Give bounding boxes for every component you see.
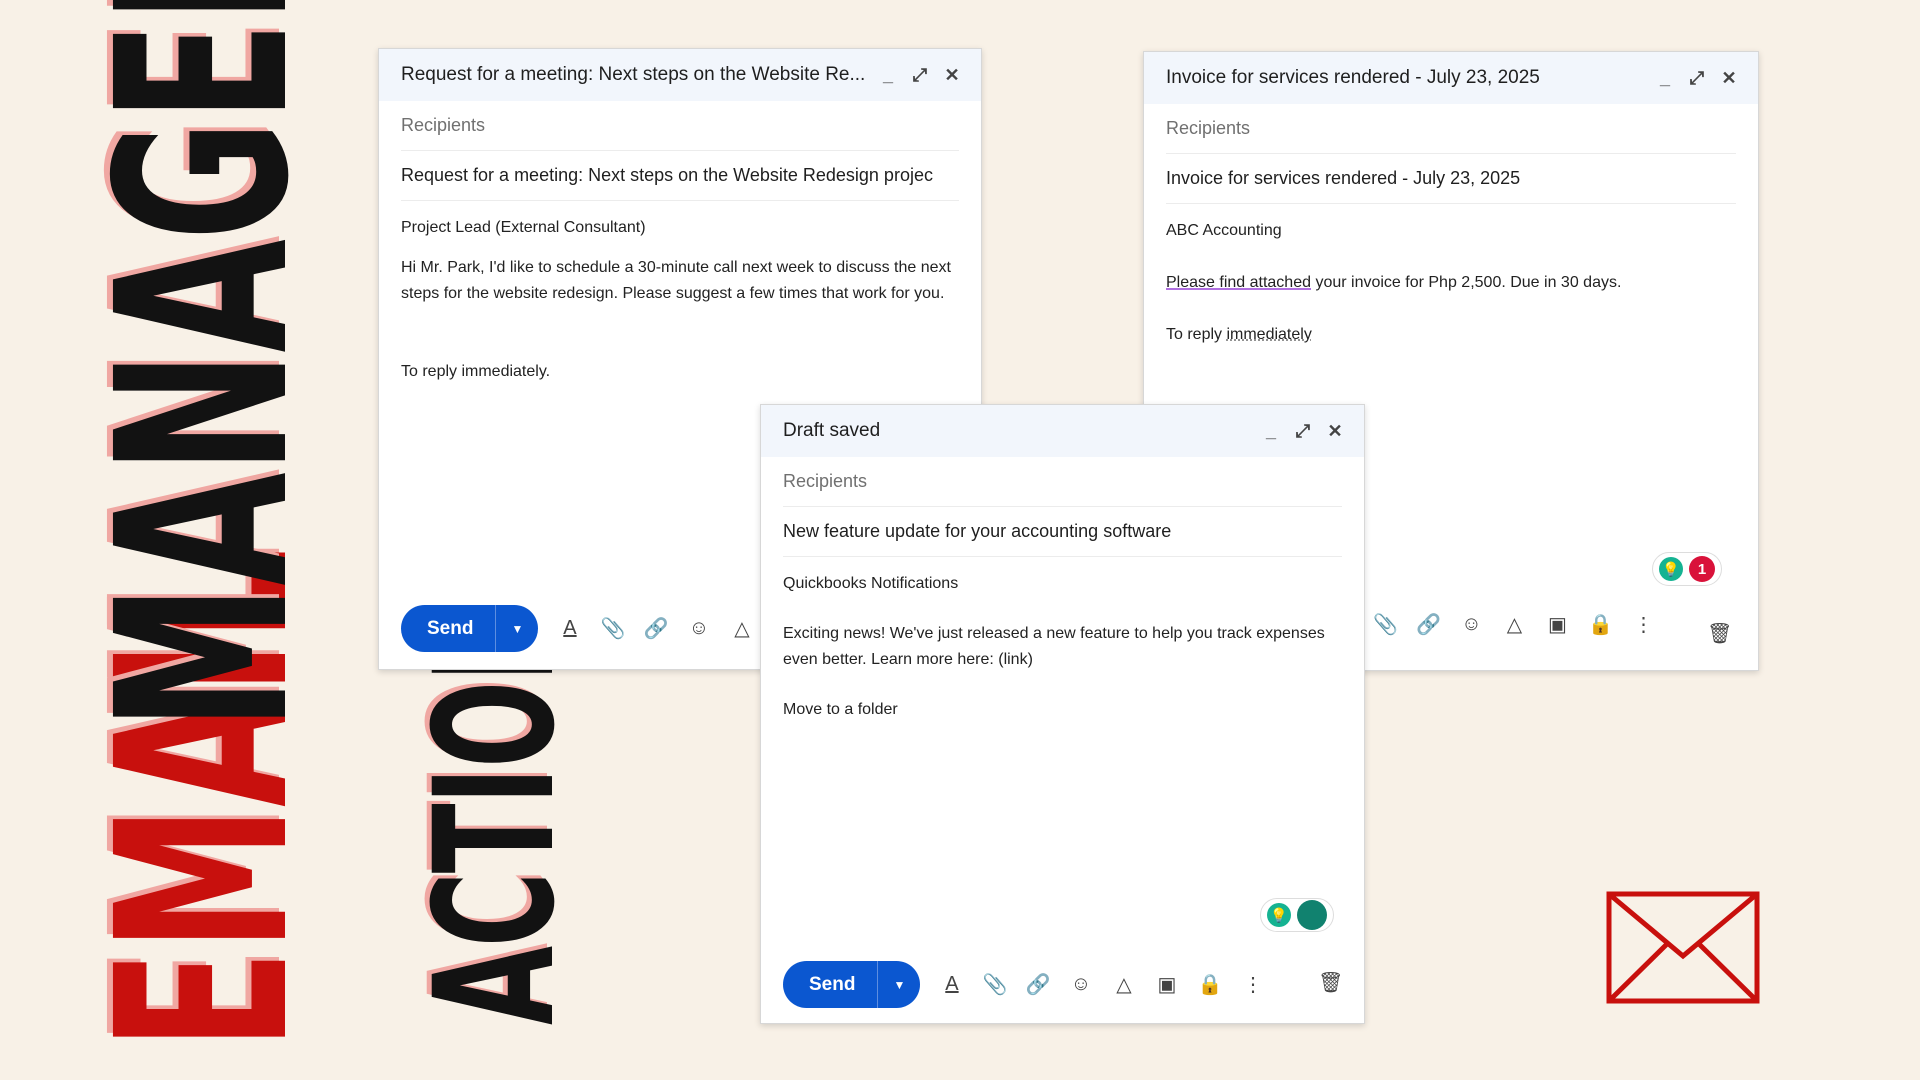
action-note: Move to a folder xyxy=(783,701,898,718)
subject-field[interactable]: Invoice for services rendered - July 23,… xyxy=(1166,154,1736,204)
more-options-icon[interactable]: ⋮ xyxy=(1231,972,1274,997)
compose-header: Invoice for services rendered - July 23,… xyxy=(1144,52,1758,104)
send-options-icon[interactable]: ▼ xyxy=(878,978,920,992)
photo-icon[interactable]: ▣ xyxy=(1536,612,1579,637)
minimize-icon[interactable]: _ xyxy=(1656,68,1674,88)
action-note-emphasis: immediately xyxy=(1226,326,1312,343)
link-icon[interactable]: 🔗 xyxy=(1016,972,1059,997)
more-options-icon[interactable]: ⋮ xyxy=(1622,612,1665,637)
close-icon[interactable]: ✕ xyxy=(1720,68,1738,88)
recipients-field[interactable]: Recipients xyxy=(783,457,1342,507)
grammarly-bulb-icon[interactable]: 💡 xyxy=(1267,903,1291,927)
title-management: MANAGEMENT xyxy=(66,0,341,731)
grammarly-suggestion-count[interactable]: 1 xyxy=(1689,556,1715,582)
expand-icon[interactable]: ⤢ xyxy=(1294,421,1312,441)
send-options-icon[interactable]: ▼ xyxy=(496,622,538,636)
envelope-icon xyxy=(1606,891,1760,1004)
confidential-lock-icon[interactable]: 🔒 xyxy=(1188,972,1231,997)
recipients-field[interactable]: Recipients xyxy=(401,101,959,151)
compose-header: Request for a meeting: Next steps on the… xyxy=(379,49,981,101)
photo-icon[interactable]: ▣ xyxy=(1145,972,1188,997)
close-icon[interactable]: ✕ xyxy=(1326,421,1344,441)
grammarly-bulb-icon[interactable]: 💡 xyxy=(1659,557,1683,581)
emoji-icon[interactable]: ☺ xyxy=(1059,973,1102,996)
compose-title: Invoice for services rendered - July 23,… xyxy=(1166,67,1540,88)
drive-icon[interactable]: △ xyxy=(720,616,763,641)
send-button-group[interactable]: Send ▼ xyxy=(783,961,921,1008)
paperclip-icon[interactable]: 📎 xyxy=(1364,612,1407,637)
drive-icon[interactable]: △ xyxy=(1102,972,1145,997)
expand-icon[interactable]: ⤢ xyxy=(1688,68,1706,88)
email-body-rest: your invoice for Php 2,500. Due in 30 da… xyxy=(1311,274,1622,291)
grammarly-logo-icon[interactable] xyxy=(1297,900,1327,930)
action-note-prefix: To reply xyxy=(1166,326,1227,343)
trash-icon[interactable]: 🗑 xyxy=(1707,621,1732,646)
title-actions: ACTIONS xyxy=(399,525,591,1025)
send-button-group[interactable]: Send ▼ xyxy=(401,605,539,652)
email-body[interactable]: Hi Mr. Park, I'd like to schedule a 30-m… xyxy=(401,255,959,307)
expand-icon[interactable]: ⤢ xyxy=(911,65,929,85)
grammarly-widget[interactable]: 💡 xyxy=(1260,898,1334,932)
sender-line: ABC Accounting xyxy=(1166,222,1282,239)
minimize-icon[interactable]: _ xyxy=(879,65,897,85)
compose-window-draft: Draft saved _ ⤢ ✕ Recipients New feature… xyxy=(760,404,1365,1024)
confidential-lock-icon[interactable]: 🔒 xyxy=(1579,612,1622,637)
subject-field[interactable]: Request for a meeting: Next steps on the… xyxy=(401,151,959,201)
sender-line: Project Lead (External Consultant) xyxy=(401,219,646,236)
paperclip-icon[interactable]: 📎 xyxy=(591,616,634,641)
text-format-icon[interactable]: A xyxy=(548,617,591,640)
recipients-field[interactable]: Recipients xyxy=(1166,104,1736,154)
subject-field[interactable]: New feature update for your accounting s… xyxy=(783,507,1342,557)
action-note: To reply immediately. xyxy=(401,363,551,380)
action-note: To reply immediately xyxy=(1166,322,1736,348)
paperclip-icon[interactable]: 📎 xyxy=(973,972,1016,997)
link-icon[interactable]: 🔗 xyxy=(1407,612,1450,637)
text-format-icon[interactable]: A xyxy=(930,973,973,996)
trash-icon[interactable]: 🗑 xyxy=(1318,970,1343,995)
email-body[interactable]: Exciting news! We've just released a new… xyxy=(783,621,1342,673)
compose-title: Request for a meeting: Next steps on the… xyxy=(401,64,866,85)
send-button[interactable]: Send xyxy=(401,618,495,640)
compose-title: Draft saved xyxy=(783,420,881,441)
compose-header: Draft saved _ ⤢ ✕ xyxy=(761,405,1364,457)
minimize-icon[interactable]: _ xyxy=(1262,421,1280,441)
email-body[interactable]: Please find attached your invoice for Ph… xyxy=(1166,270,1736,296)
sender-line: Quickbooks Notifications xyxy=(783,575,959,592)
emoji-icon[interactable]: ☺ xyxy=(1450,613,1493,636)
send-button[interactable]: Send xyxy=(783,974,877,996)
close-icon[interactable]: ✕ xyxy=(943,65,961,85)
link-icon[interactable]: 🔗 xyxy=(634,616,677,641)
emoji-icon[interactable]: ☺ xyxy=(677,617,720,640)
drive-icon[interactable]: △ xyxy=(1493,612,1536,637)
grammarly-widget[interactable]: 💡 1 xyxy=(1652,552,1722,586)
grammar-underlined-phrase[interactable]: Please find attached xyxy=(1166,274,1311,291)
